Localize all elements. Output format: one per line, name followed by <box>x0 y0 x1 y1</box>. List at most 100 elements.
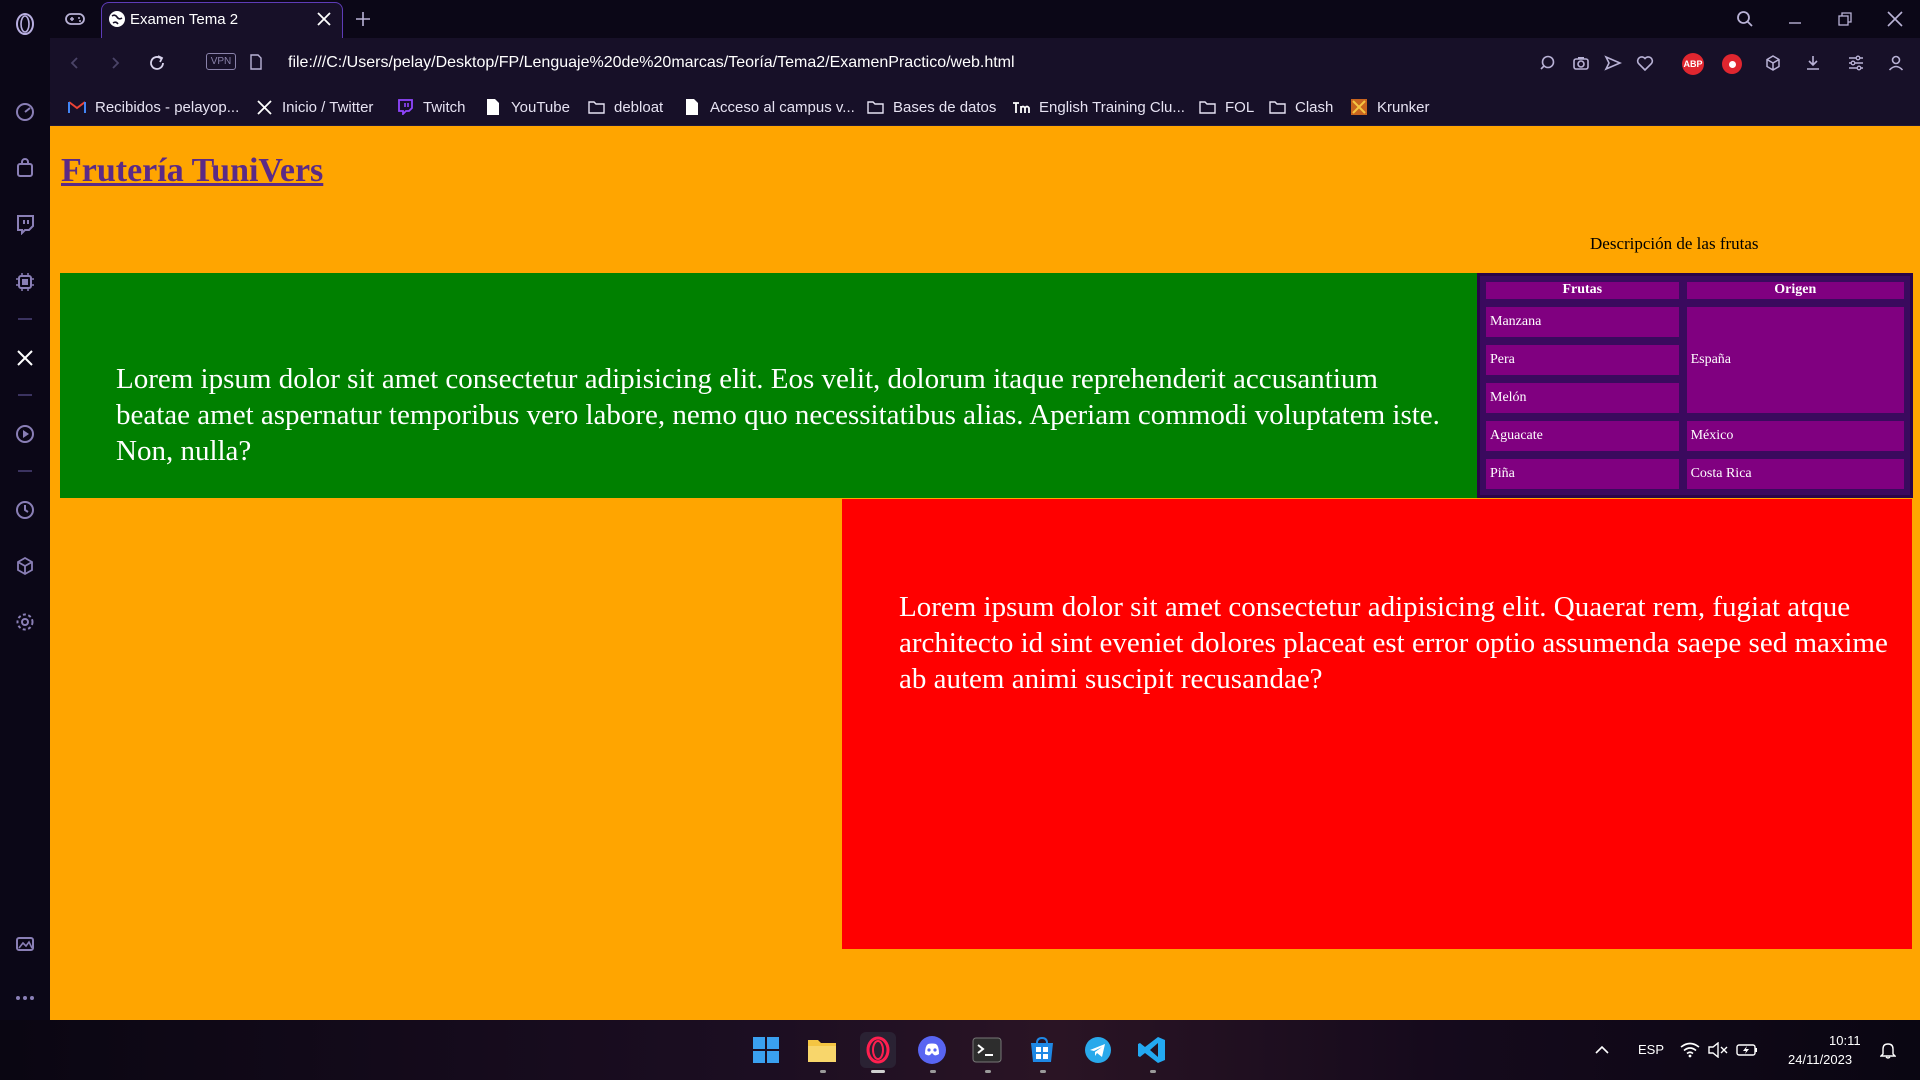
clock-date[interactable]: 24/11/2023 <box>1788 1052 1852 1067</box>
twitch-sidebar-icon[interactable] <box>13 212 37 236</box>
bookmark-debloat[interactable]: debloat <box>587 94 663 120</box>
origin-cell: México <box>1684 418 1906 453</box>
bookmark-label: YouTube <box>511 98 570 116</box>
new-tab-icon[interactable] <box>350 6 376 32</box>
bookmark-label: Twitch <box>423 98 466 116</box>
fruit-cell: Manzana <box>1484 304 1681 339</box>
red-section: Lorem ipsum dolor sit amet consectetur a… <box>842 499 1912 949</box>
back-icon[interactable] <box>62 50 88 76</box>
bookmark-campus[interactable]: Acceso al campus v... <box>683 94 855 120</box>
url-text[interactable]: file:///C:/Users/pelay/Desktop/FP/Lengua… <box>288 54 1015 72</box>
bookmark-english-training[interactable]: English Training Clu... <box>1012 94 1185 120</box>
download-icon[interactable] <box>1800 50 1826 76</box>
bookmark-krunker[interactable]: Krunker <box>1350 94 1430 120</box>
bookmark-clash[interactable]: Clash <box>1268 94 1333 120</box>
bookmark-twitch[interactable]: Twitch <box>396 94 466 120</box>
clock-time[interactable]: 10:11 <box>1829 1033 1861 1048</box>
extensions-icon[interactable] <box>1760 50 1786 76</box>
speed-dial-icon[interactable] <box>13 100 37 124</box>
file-icon <box>683 98 701 116</box>
restore-icon[interactable] <box>1832 6 1858 32</box>
language-indicator[interactable]: ESP <box>1638 1042 1664 1057</box>
bookmark-label: Bases de datos <box>893 98 997 116</box>
reload-icon[interactable] <box>144 50 170 76</box>
telegram-icon[interactable] <box>1080 1032 1116 1068</box>
page-search-icon[interactable] <box>1535 50 1561 76</box>
green-paragraph: Lorem ipsum dolor sit amet consectetur a… <box>116 363 1440 467</box>
app-indicator <box>871 1070 885 1073</box>
taskbar <box>0 1020 1920 1080</box>
heart-icon[interactable] <box>1632 50 1658 76</box>
notification-bell-icon[interactable] <box>1876 1032 1900 1068</box>
bookmark-label: Clash <box>1295 98 1334 116</box>
discord-icon[interactable] <box>914 1032 950 1068</box>
bookmark-label: Acceso al campus v... <box>710 98 855 116</box>
bookmark-gmail[interactable]: Recibidos - pelayop... <box>68 94 239 120</box>
file-icon <box>484 98 502 116</box>
terminal-icon[interactable] <box>969 1032 1005 1068</box>
tab-close-icon[interactable] <box>311 6 337 32</box>
more-options-icon[interactable] <box>13 986 37 1010</box>
easy-setup-icon[interactable] <box>1843 50 1869 76</box>
profile-icon[interactable] <box>1883 50 1909 76</box>
folder-icon <box>587 98 605 116</box>
opera-gx-taskbar-icon[interactable] <box>860 1032 896 1068</box>
gmail-icon <box>68 98 86 116</box>
page-viewport: Frutería TuniVers Descripción de las fru… <box>50 126 1920 1020</box>
fruit-cell: Aguacate <box>1484 418 1681 453</box>
history-icon[interactable] <box>13 498 37 522</box>
close-window-icon[interactable] <box>1882 6 1908 32</box>
volume-muted-icon[interactable] <box>1706 1032 1730 1068</box>
tab-title: Examen Tema 2 <box>130 11 239 28</box>
app-indicator <box>1040 1070 1046 1073</box>
fruit-cell: Piña <box>1484 456 1681 491</box>
x-sidebar-icon[interactable] <box>13 346 37 370</box>
gallery-icon[interactable] <box>13 932 37 956</box>
wifi-icon[interactable] <box>1678 1032 1702 1068</box>
file-explorer-icon[interactable] <box>804 1032 840 1068</box>
player-icon[interactable] <box>13 422 37 446</box>
table-row: Manzana España <box>1484 304 1906 415</box>
settings-gear-icon[interactable] <box>13 610 37 634</box>
record-extension-icon[interactable] <box>1722 54 1742 74</box>
battery-charging-icon[interactable] <box>1734 1032 1760 1068</box>
gamepad-icon[interactable] <box>62 6 88 32</box>
bookmark-label: debloat <box>614 98 664 116</box>
minimize-icon[interactable] <box>1782 6 1808 32</box>
forward-icon[interactable] <box>102 50 128 76</box>
bookmark-label: Inicio / Twitter <box>282 98 374 116</box>
etc-icon <box>1012 98 1030 116</box>
opera-menu-icon[interactable] <box>13 12 37 36</box>
sidebar-divider <box>18 470 32 472</box>
origin-cell: España <box>1684 304 1906 415</box>
bookmark-twitter[interactable]: Inicio / Twitter <box>255 94 373 120</box>
table-header-row: Frutas Origen <box>1484 280 1906 301</box>
chip-icon[interactable] <box>13 270 37 294</box>
extensions-cube-icon[interactable] <box>13 554 37 578</box>
adblock-icon[interactable]: ABP <box>1682 53 1704 75</box>
header-origen: Origen <box>1684 280 1906 301</box>
shopping-bag-icon[interactable] <box>13 156 37 180</box>
tray-chevron-up-icon[interactable] <box>1584 1032 1620 1068</box>
origin-cell: Costa Rica <box>1684 456 1906 491</box>
red-paragraph: Lorem ipsum dolor sit amet consectetur a… <box>899 591 1888 695</box>
snapshot-camera-icon[interactable] <box>1568 50 1594 76</box>
green-section: Lorem ipsum dolor sit amet consectetur a… <box>60 273 1478 498</box>
windows-start-icon[interactable] <box>748 1032 784 1068</box>
folder-icon <box>1198 98 1216 116</box>
site-title-link[interactable]: Frutería TuniVers <box>61 152 323 190</box>
bookmark-youtube[interactable]: YouTube <box>484 94 570 120</box>
fruit-cell: Melón <box>1484 380 1681 415</box>
send-icon[interactable] <box>1600 50 1626 76</box>
table-row: Piña Costa Rica <box>1484 456 1906 491</box>
tab-search-icon[interactable] <box>1732 6 1758 32</box>
vscode-icon[interactable] <box>1134 1032 1170 1068</box>
bookmark-bases-de-datos[interactable]: Bases de datos <box>866 94 996 120</box>
vpn-badge[interactable]: VPN <box>206 53 236 70</box>
store-icon[interactable] <box>1024 1032 1060 1068</box>
twitch-icon <box>396 98 414 116</box>
bookmark-label: FOL <box>1225 98 1255 116</box>
bookmark-label: Recibidos - pelayop... <box>95 98 240 116</box>
bookmark-label: English Training Clu... <box>1039 98 1185 116</box>
bookmark-fol[interactable]: FOL <box>1198 94 1254 120</box>
